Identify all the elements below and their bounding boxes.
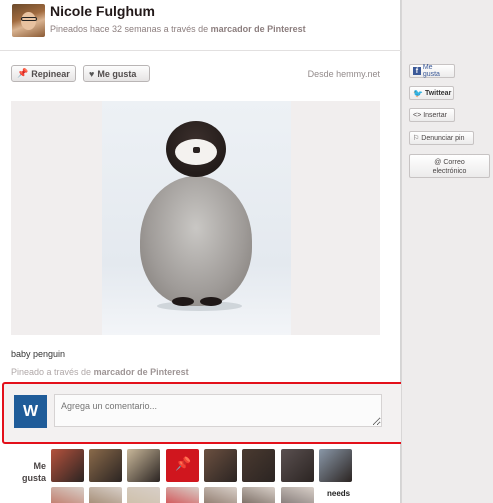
liker-avatar-pinterest[interactable]: 📌 (166, 449, 199, 482)
user-avatar[interactable] (12, 4, 45, 37)
liker-avatar-6-row2[interactable] (242, 487, 275, 503)
flag-icon: ⚐ (413, 135, 420, 142)
heart-icon: ♥ (89, 68, 95, 79)
facebook-like-button[interactable]: f Me gusta (409, 64, 455, 78)
penguin-photo (102, 101, 291, 335)
pin-image[interactable] (11, 101, 380, 335)
facebook-icon: f (413, 67, 421, 75)
liker-avatar-2-row2[interactable] (89, 487, 122, 503)
pinner-name[interactable]: Nicole Fulghum (50, 3, 155, 19)
comment-section: W (2, 382, 407, 444)
like-label: Me gusta (97, 68, 137, 79)
liker-avatar-5-row2[interactable] (204, 487, 237, 503)
penguin-body (140, 176, 252, 306)
report-label: Denunciar pin (421, 134, 465, 142)
at-sign-icon: @ (434, 159, 442, 166)
pinterest-pin-icon: 📌 (175, 456, 192, 471)
liker-avatar-6[interactable] (242, 449, 275, 482)
pushpin-icon: 📌 (17, 68, 29, 78)
pinned-via: Pineado a través de marcador de Pinteres… (11, 367, 189, 377)
liker-avatar-8[interactable] (319, 449, 352, 482)
twitter-bird-icon: 🐦 (413, 88, 423, 98)
current-user-avatar: W (14, 395, 47, 428)
tweet-button[interactable]: 🐦 Twittear (409, 86, 454, 100)
pinned-via-prefix: Pineado a través de (11, 367, 94, 377)
pin-description: baby penguin (11, 349, 66, 359)
penguin-foot-left (172, 297, 194, 306)
email-label-2: electrónico (432, 168, 467, 175)
email-button[interactable]: @ Correo electrónico (409, 154, 490, 178)
liker-avatar-8-row2[interactable]: needs (319, 487, 352, 503)
pin-card: Nicole Fulghum Pineados hace 32 semanas … (0, 0, 407, 503)
tweet-label: Twittear (424, 89, 452, 97)
facebook-like-label: Me gusta (422, 64, 440, 78)
liker-avatar-pinterest-row2[interactable] (166, 487, 199, 503)
repin-button[interactable]: 📌 Repinear (11, 65, 76, 82)
penguin-beak (193, 147, 200, 153)
embed-button[interactable]: <> Insertar (409, 108, 455, 122)
liker-avatar-2[interactable] (89, 449, 122, 482)
liker-avatar-7[interactable] (281, 449, 314, 482)
avatar-glasses (21, 17, 37, 21)
report-pin-button[interactable]: ⚐ Denunciar pin (409, 131, 474, 145)
like-button[interactable]: ♥ Me gusta (83, 65, 150, 82)
liker-avatar-3-row2[interactable] (127, 487, 160, 503)
repin-label: Repinear (31, 68, 70, 79)
pinned-via-source-link[interactable]: marcador de Pinterest (94, 367, 189, 377)
pin-meta-source-link[interactable]: marcador de Pinterest (211, 24, 306, 34)
comment-input[interactable] (54, 394, 382, 427)
likes-label: Me gusta (21, 461, 46, 483)
liker-avatar-7-row2[interactable] (281, 487, 314, 503)
penguin-foot-right (200, 297, 222, 306)
liker-avatar-3[interactable] (127, 449, 160, 482)
source-link[interactable]: Desde hemmy.net (308, 69, 380, 79)
pin-meta: Pineados hace 32 semanas a través de mar… (50, 24, 306, 34)
liker-avatar-1[interactable] (51, 449, 84, 482)
code-icon: <> (413, 111, 422, 119)
header-divider (0, 50, 401, 51)
embed-label: Insertar (423, 111, 447, 119)
pin-meta-prefix: Pineados hace 32 semanas a través de (50, 24, 211, 34)
avatar-face (21, 12, 36, 30)
email-label-1: Correo (443, 159, 465, 166)
liker-avatar-5[interactable] (204, 449, 237, 482)
liker-row2-text: needs (327, 489, 351, 498)
liker-avatar-1-row2[interactable] (51, 487, 84, 503)
